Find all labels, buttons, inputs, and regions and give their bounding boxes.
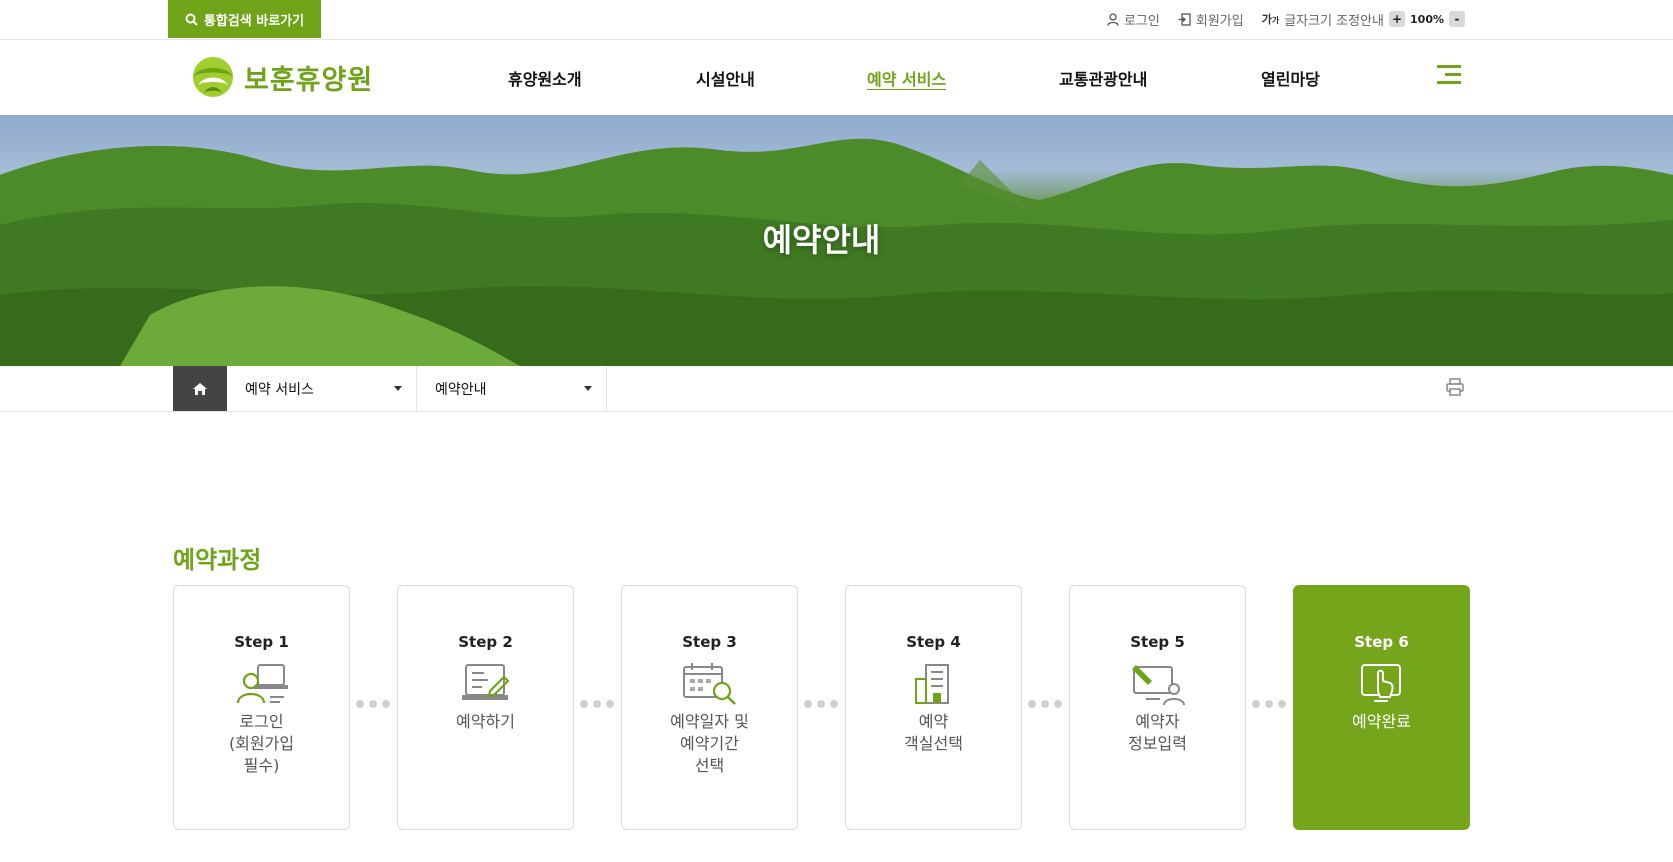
step-label: 예약일자 및 예약기간 선택: [670, 712, 749, 775]
monitor-person-icon: [1132, 665, 1185, 706]
login-person-icon: [236, 664, 288, 704]
breadcrumb-depth2-select[interactable]: 예약안내: [417, 366, 607, 411]
font-size-icon: 가가: [1261, 13, 1280, 26]
search-shortcut-button[interactable]: 통합검색 바로가기: [168, 0, 321, 38]
signup-link[interactable]: 회원가입: [1178, 10, 1244, 29]
calendar-search-icon: [683, 663, 736, 705]
breadcrumb-depth2-label: 예약안내: [435, 381, 487, 398]
step-label: 예약완료: [1352, 712, 1411, 731]
hamburger-menu-icon: [1437, 65, 1461, 84]
signup-label: 회원가입: [1195, 13, 1244, 29]
font-size-control: 가가 글자크기 조정안내 + 100% -: [1262, 10, 1465, 29]
search-shortcut-label: 통합검색 바로가기: [203, 13, 305, 29]
step-connector: [804, 700, 838, 708]
breadcrumb-depth1-select[interactable]: 예약 서비스: [227, 366, 417, 411]
zoom-level: 100%: [1410, 12, 1444, 26]
section-title: 예약과정: [173, 546, 262, 574]
breadcrumb-depth1-label: 예약 서비스: [245, 381, 314, 398]
step-connector: [1028, 700, 1062, 708]
print-button[interactable]: [1446, 378, 1464, 400]
chevron-down-icon: [394, 386, 402, 391]
step-label: 예약자 정보입력: [1128, 712, 1187, 753]
nav-item-intro[interactable]: 휴양원소개: [508, 66, 582, 90]
step-label: 예약 객실선택: [904, 712, 963, 753]
step-number: Step 6: [1354, 633, 1409, 651]
print-icon: [1446, 378, 1464, 396]
top-utility-bar: 통합검색 바로가기 로그인 회원가입 가가 글자크기 조정안내 + 100% -: [0, 0, 1673, 40]
hero-banner: 예약안내: [0, 115, 1673, 366]
chevron-down-icon: [584, 386, 592, 391]
home-icon: [193, 382, 207, 395]
all-menu-button[interactable]: [1437, 64, 1461, 88]
building-icon: [915, 664, 949, 704]
nav-item-open-forum[interactable]: 열린마당: [1261, 66, 1320, 90]
nav-item-reservation[interactable]: 예약 서비스: [867, 66, 946, 90]
person-icon: [1107, 12, 1119, 26]
header: 보훈휴양원 휴양원소개 시설안내 예약 서비스 교통관광안내 열린마당: [0, 40, 1673, 115]
font-size-plus-button[interactable]: +: [1389, 11, 1406, 27]
step-number: Step 3: [682, 633, 737, 651]
step-connector: [580, 700, 614, 708]
breadcrumb: 예약 서비스 예약안내: [0, 366, 1673, 412]
login-link[interactable]: 로그인: [1107, 10, 1160, 29]
step-card-3: Step 3 예약일자 및 예약기간 선택: [621, 585, 798, 830]
step-number: Step 1: [234, 633, 289, 651]
nav-item-facilities[interactable]: 시설안내: [696, 66, 755, 90]
page-hero-title: 예약안내: [762, 221, 881, 259]
step-number: Step 4: [906, 633, 961, 651]
step-label: 예약하기: [456, 712, 515, 731]
step-number: Step 5: [1130, 633, 1185, 651]
step-card-2: Step 2 예약하기: [397, 585, 574, 830]
step-card-4: Step 4 예약 객실선택: [845, 585, 1022, 830]
font-size-label: 글자크기 조정안내: [1284, 13, 1385, 29]
step-card-6: Step 6 예약완료: [1293, 585, 1470, 830]
search-icon: [185, 13, 198, 26]
font-size-minus-button[interactable]: -: [1449, 11, 1465, 27]
step-connector: [356, 700, 390, 708]
step-card-5: Step 5 예약자 정보입력: [1069, 585, 1246, 830]
nav-item-transport-tourism[interactable]: 교통관광안내: [1059, 66, 1147, 90]
signup-icon: [1178, 12, 1191, 26]
step-label: 로그인 (회원가입 필수): [228, 712, 295, 775]
touch-screen-icon: [1361, 664, 1401, 702]
home-button[interactable]: [173, 366, 227, 411]
reservation-form-icon: [462, 664, 510, 700]
login-label: 로그인: [1123, 13, 1160, 29]
step-number: Step 2: [458, 633, 513, 651]
step-connector: [1252, 700, 1286, 708]
main-navigation: 휴양원소개 시설안내 예약 서비스 교통관광안내 열린마당: [0, 40, 1673, 115]
step-card-1: Step 1 로그인 (회원가입 필수): [173, 585, 350, 830]
utility-links: 로그인 회원가입 가가 글자크기 조정안내 + 100% -: [1107, 0, 1465, 38]
